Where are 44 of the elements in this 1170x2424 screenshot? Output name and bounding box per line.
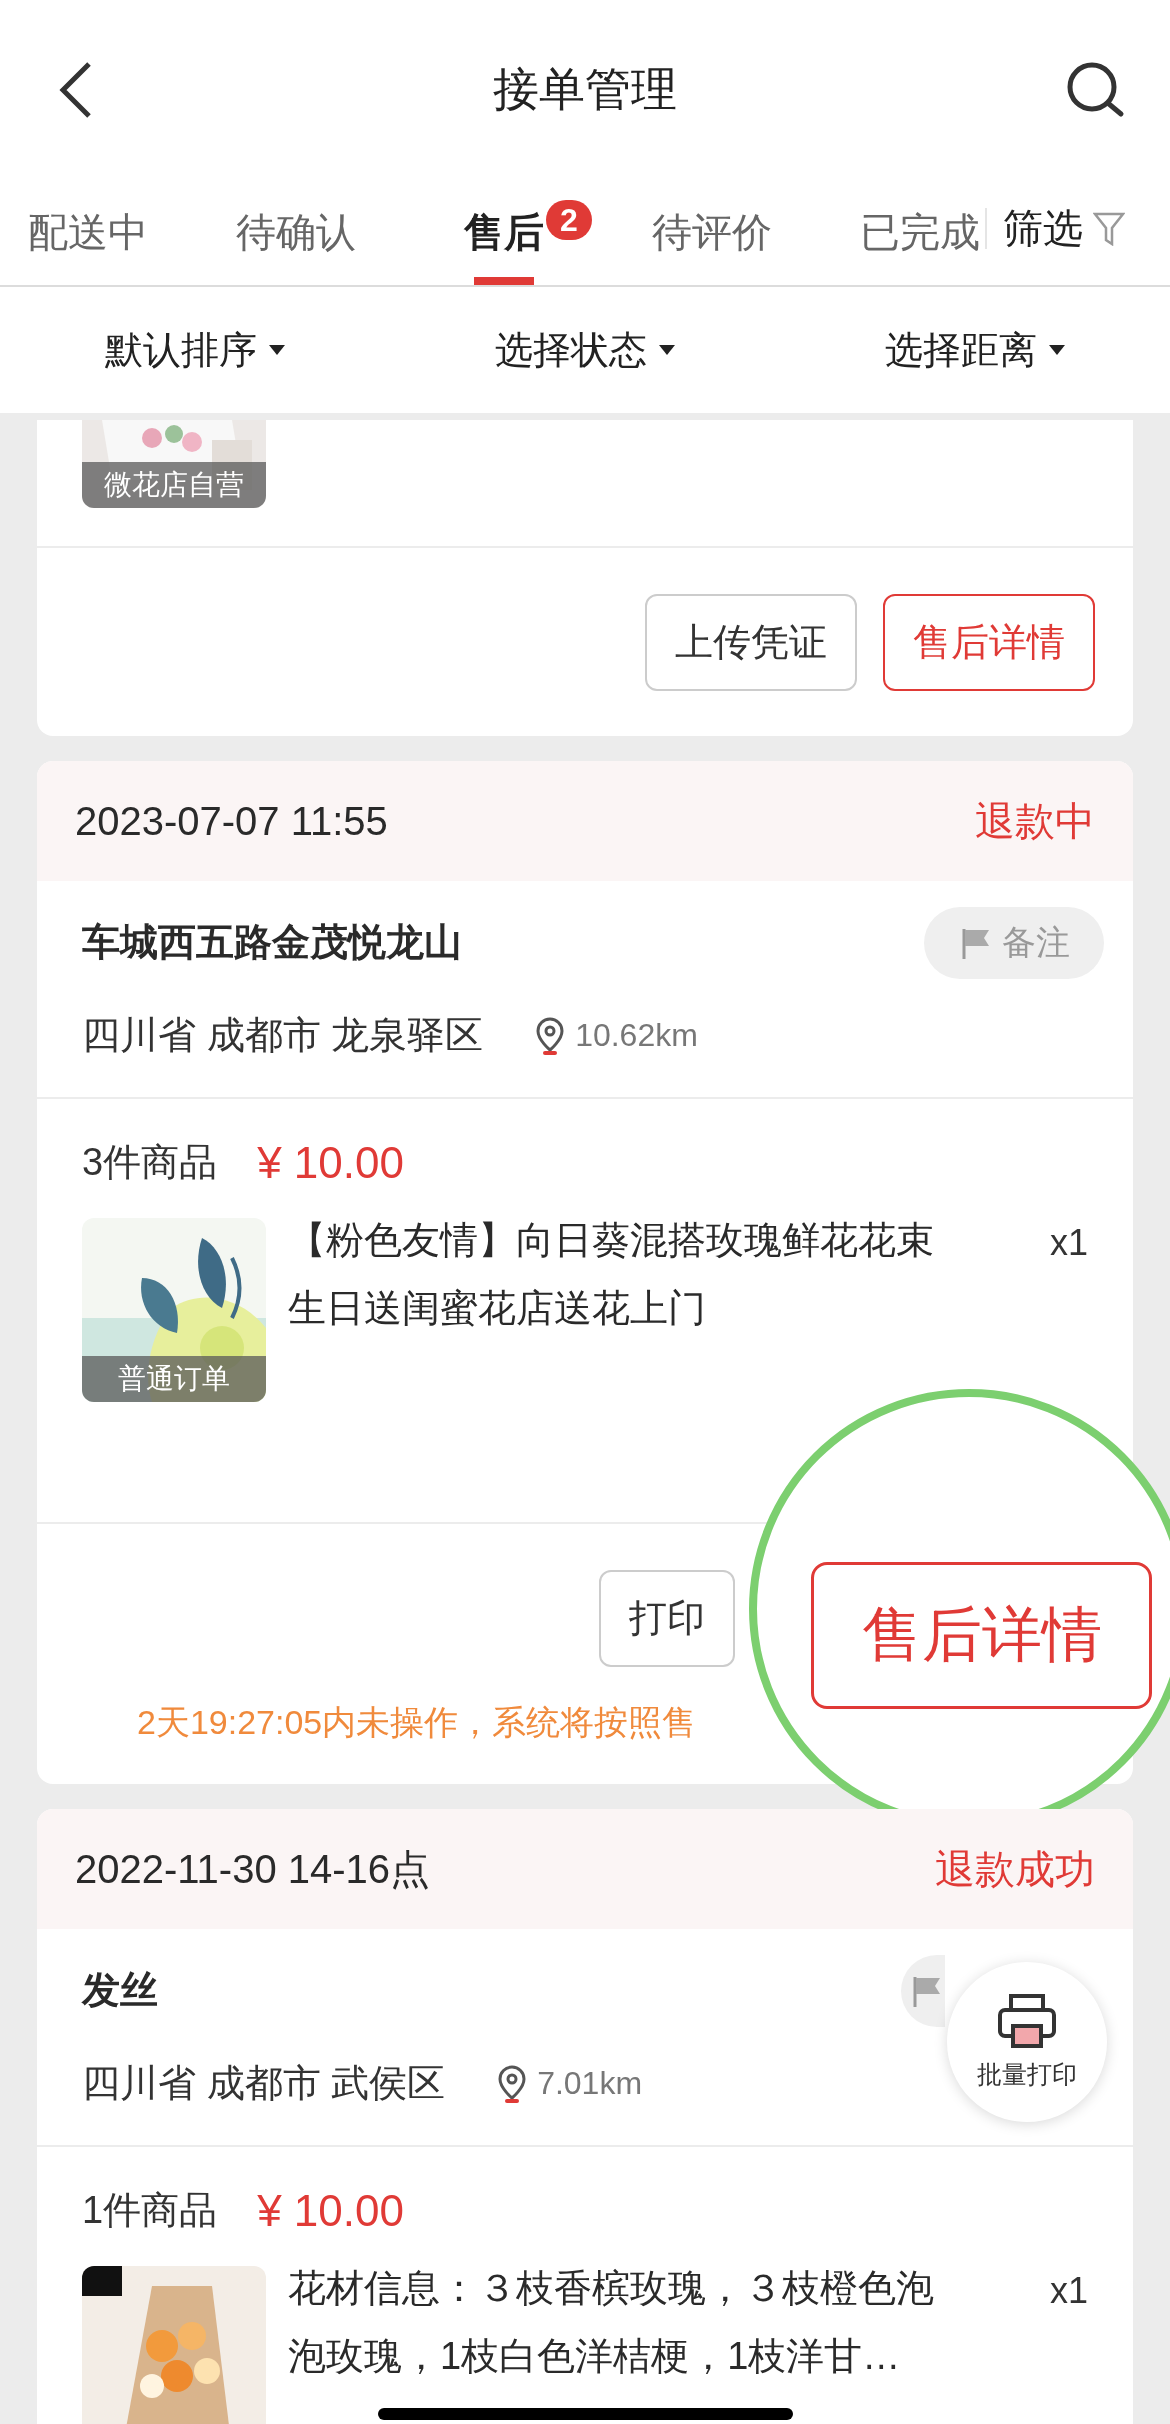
after-sale-detail-button[interactable]: 售后详情	[883, 594, 1095, 691]
product-title: 花材信息：３枝香槟玫瑰，３枝橙色泡泡玫瑰，1枝白色洋桔梗，1枝洋甘…	[288, 2266, 935, 2379]
back-icon	[57, 60, 93, 120]
distance-text: 10.62km	[575, 1017, 698, 1054]
address-region: 四川省 成都市 武侯区	[82, 2061, 446, 2106]
count-badge: 2	[546, 200, 592, 240]
goods-count: 1件商品	[82, 2188, 218, 2233]
filter-icon	[1093, 211, 1125, 246]
page-title: 接单管理	[493, 62, 677, 117]
order-date: 2022-11-30 14-16点	[75, 1845, 431, 1893]
order-status: 退款中	[975, 797, 1095, 845]
order-date: 2023-07-07 11:55	[75, 798, 388, 844]
printer-icon	[997, 1993, 1057, 2050]
quantity-text: x1	[1049, 2270, 1088, 2312]
active-tab-indicator	[474, 277, 534, 285]
sort-dropdown[interactable]: 默认排序	[105, 324, 285, 376]
print-button[interactable]: 打印	[599, 1570, 735, 1667]
address-title: 发丝	[82, 1968, 158, 2013]
order-price: ¥ 10.00	[257, 2185, 404, 2236]
order-status: 退款成功	[935, 1845, 1095, 1893]
filter-button[interactable]: 筛选	[985, 208, 1170, 249]
caret-icon	[659, 345, 675, 355]
status-tab[interactable]: 待评价	[608, 180, 816, 285]
product-title: 【粉色友情】向日葵混搭玫瑰鲜花花束生日送闺蜜花店送花上门	[288, 1218, 935, 1331]
distance-text: 7.01km	[537, 2065, 643, 2102]
sort-dropdown[interactable]: 选择状态	[495, 324, 675, 376]
status-tab[interactable]: 已完成	[816, 180, 985, 285]
caret-icon	[1049, 345, 1065, 355]
status-tab[interactable]: 配送中	[0, 180, 192, 285]
quantity-text: x1	[1049, 1222, 1088, 1264]
address-title: 车城西五路金茂悦龙山	[82, 920, 462, 965]
sort-dropdown[interactable]: 选择距离	[885, 324, 1065, 376]
after-sale-detail-button[interactable]: 售后详情	[811, 1562, 1152, 1709]
search-icon	[1065, 60, 1125, 120]
goods-count: 3件商品	[82, 1140, 218, 1185]
status-tab[interactable]: 待确认	[192, 180, 400, 285]
order-price: ¥ 10.00	[257, 1137, 404, 1188]
shop-tag: 微花店自营	[82, 462, 266, 508]
upload-proof-button[interactable]: 上传凭证	[645, 594, 857, 691]
auto-process-notice: 2天19:27:05内未操作，系统将按照售	[136, 1702, 698, 1743]
status-tab[interactable]: 售后 2	[400, 180, 608, 285]
address-region: 四川省 成都市 龙泉驿区	[82, 1013, 484, 1058]
order-type-tag: 普通订单	[82, 1356, 266, 1402]
caret-icon	[269, 345, 285, 355]
